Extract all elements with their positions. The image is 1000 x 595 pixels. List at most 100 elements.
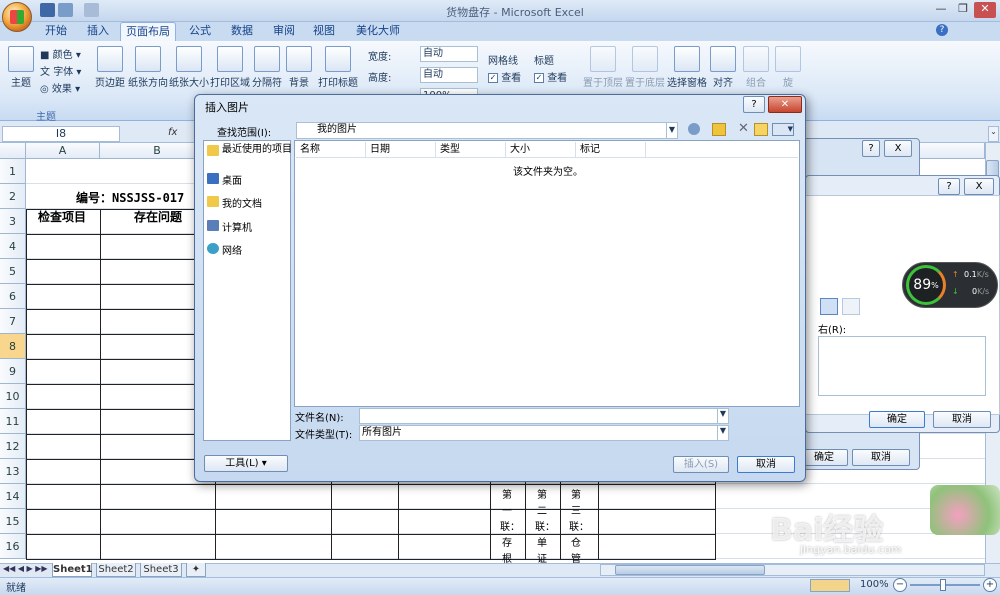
row-header[interactable]: 14 xyxy=(0,484,26,509)
restore-button[interactable]: ❐ xyxy=(952,2,974,18)
sheet-nav-icon[interactable]: ◀◀ ◀ ▶ ▶▶ xyxy=(3,564,48,573)
zoom-in-icon[interactable]: + xyxy=(983,578,997,592)
select-all-corner[interactable] xyxy=(0,143,26,159)
place-computer[interactable]: 计算机 xyxy=(207,219,252,234)
cancel-button[interactable]: 取消 xyxy=(737,456,795,473)
col-size[interactable]: 大小 xyxy=(506,142,576,158)
bg-front-ok-button[interactable]: 确定 xyxy=(869,411,925,428)
row-header[interactable]: 8 xyxy=(0,334,26,359)
width-select[interactable]: 自动 xyxy=(420,46,478,62)
clear-picture-icon[interactable] xyxy=(842,298,860,315)
orientation-button[interactable]: 纸张方向 xyxy=(128,46,168,89)
tools-button[interactable]: 工具(L) ▾ xyxy=(204,455,288,472)
place-desktop[interactable]: 桌面 xyxy=(207,172,242,187)
col-name[interactable]: 名称 xyxy=(296,142,366,158)
name-box[interactable]: I8 xyxy=(2,126,120,142)
tab-insert[interactable]: 插入 xyxy=(80,22,116,41)
save-icon[interactable] xyxy=(40,3,55,17)
col-type[interactable]: 类型 xyxy=(436,142,506,158)
right-textarea[interactable] xyxy=(818,336,986,396)
effects-button[interactable]: ◎ 效果 ▾ xyxy=(40,80,80,95)
row-header[interactable]: 13 xyxy=(0,459,26,484)
background-button[interactable]: 背景 xyxy=(285,46,313,89)
row-header[interactable]: 9 xyxy=(0,359,26,384)
col-date[interactable]: 日期 xyxy=(366,142,436,158)
fonts-button[interactable]: 文 字体 ▾ xyxy=(40,63,81,78)
place-documents[interactable]: 我的文档 xyxy=(207,195,262,210)
tab-review[interactable]: 审阅 xyxy=(266,22,302,41)
bring-front-button[interactable]: 置于顶层 xyxy=(583,46,623,89)
filename-dropdown-icon[interactable]: ▼ xyxy=(717,409,728,423)
row-header[interactable]: 7 xyxy=(0,309,26,334)
dialog-help-button[interactable]: ? xyxy=(743,96,765,113)
align-button[interactable]: 对齐 xyxy=(709,46,737,89)
headings-view-check[interactable]: ✓ 查看 xyxy=(534,69,567,84)
breaks-button[interactable]: 分隔符 xyxy=(251,46,283,89)
rotate-button[interactable]: 旋 xyxy=(774,46,802,89)
margins-button[interactable]: 页边距 xyxy=(93,46,127,89)
lookin-select[interactable]: 我的图片 xyxy=(296,122,678,139)
bg-front-close-button[interactable]: X xyxy=(964,178,994,195)
fx-icon[interactable]: fx xyxy=(168,127,177,138)
print-titles-button[interactable]: 打印标题 xyxy=(316,46,360,89)
redo-icon[interactable] xyxy=(84,3,99,17)
tab-page-layout[interactable]: 页面布局 xyxy=(120,22,176,41)
gridlines-view-check[interactable]: ✓ 查看 xyxy=(488,69,521,84)
tab-data[interactable]: 数据 xyxy=(224,22,260,41)
undo-icon[interactable] xyxy=(58,3,73,17)
zoom-out-icon[interactable]: − xyxy=(893,578,907,592)
sheet-tab-1[interactable]: Sheet1 xyxy=(52,563,93,577)
tab-beautify[interactable]: 美化大师 xyxy=(350,22,406,41)
picture-button-icon[interactable] xyxy=(820,298,838,315)
filetype-select[interactable]: 所有图片 xyxy=(359,425,729,441)
close-button[interactable]: ✕ xyxy=(974,2,996,18)
themes-button[interactable]: 主题 xyxy=(6,46,36,89)
sheet-tab-2[interactable]: Sheet2 xyxy=(96,563,136,577)
delete-icon[interactable]: ✕ xyxy=(738,121,749,136)
row-header[interactable]: 2 xyxy=(0,184,26,209)
col-header-a[interactable]: A xyxy=(26,143,100,159)
tab-home[interactable]: 开始 xyxy=(38,22,74,41)
row-header[interactable]: 4 xyxy=(0,234,26,259)
sheet-tab-3[interactable]: Sheet3 xyxy=(140,563,182,577)
dialog-close-button[interactable]: ✕ xyxy=(768,96,802,113)
row-header[interactable]: 3 xyxy=(0,209,26,234)
tab-formulas[interactable]: 公式 xyxy=(182,22,218,41)
help-icon[interactable]: ? xyxy=(936,24,948,36)
row-header[interactable]: 15 xyxy=(0,509,26,534)
row-header[interactable]: 11 xyxy=(0,409,26,434)
new-sheet-icon[interactable]: ✦ xyxy=(186,563,206,577)
send-back-button[interactable]: 置于底层 xyxy=(625,46,665,89)
row-header[interactable]: 16 xyxy=(0,534,26,559)
row-header[interactable]: 12 xyxy=(0,434,26,459)
lookin-dropdown-icon[interactable]: ▼ xyxy=(666,123,677,138)
file-list[interactable] xyxy=(294,140,800,407)
selection-pane-button[interactable]: 选择窗格 xyxy=(667,46,707,89)
bg-back-help-button[interactable]: ? xyxy=(862,140,880,157)
filename-input[interactable] xyxy=(359,408,729,424)
tab-view[interactable]: 视图 xyxy=(306,22,342,41)
print-area-button[interactable]: 打印区域 xyxy=(210,46,250,89)
bg-back-close-button[interactable]: X xyxy=(884,140,912,157)
colors-button[interactable]: ■ 颜色 ▾ xyxy=(40,46,81,61)
views-icon[interactable]: ▼ xyxy=(772,123,794,136)
bg-back-ok-button[interactable]: 确定 xyxy=(800,449,848,466)
up-folder-icon[interactable] xyxy=(712,123,726,136)
row-header[interactable]: 1 xyxy=(0,159,26,184)
horizontal-scroll-thumb[interactable] xyxy=(615,565,765,575)
size-button[interactable]: 纸张大小 xyxy=(169,46,209,89)
filetype-dropdown-icon[interactable]: ▼ xyxy=(717,426,728,440)
row-header[interactable]: 10 xyxy=(0,384,26,409)
view-normal-icon[interactable] xyxy=(810,579,850,592)
row-header[interactable]: 5 xyxy=(0,259,26,284)
insert-button[interactable]: 插入(S) xyxy=(673,456,729,473)
bg-front-cancel-button[interactable]: 取消 xyxy=(933,411,991,428)
back-icon[interactable] xyxy=(688,123,700,135)
row-header[interactable]: 6 xyxy=(0,284,26,309)
zoom-slider-thumb[interactable] xyxy=(940,579,946,591)
group-button[interactable]: 组合 xyxy=(741,46,771,89)
minimize-button[interactable]: — xyxy=(930,2,952,18)
zoom-level[interactable]: 100% xyxy=(860,579,889,590)
place-network[interactable]: 网络 xyxy=(207,242,242,257)
height-select[interactable]: 自动 xyxy=(420,67,478,83)
